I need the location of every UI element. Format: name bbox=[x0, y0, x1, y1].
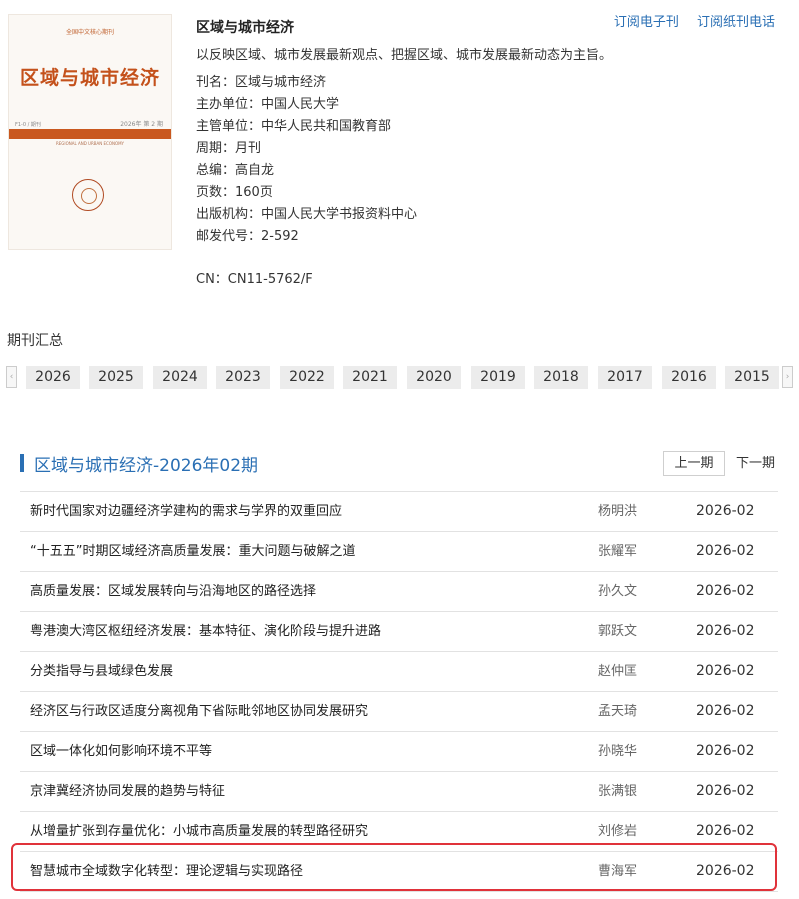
article-author: 曹海军 bbox=[598, 864, 638, 879]
article-date: 2026-02 bbox=[696, 863, 755, 879]
article-date: 2026-02 bbox=[696, 703, 755, 719]
article-row: 京津冀经济协同发展的趋势与特征 张满银 2026-02 bbox=[20, 772, 778, 812]
previous-issue-button[interactable]: 上一期 bbox=[663, 451, 725, 476]
article-date: 2026-02 bbox=[696, 743, 755, 759]
issue-title-accent-bar bbox=[20, 454, 24, 472]
cover-issue-text: 2026年 第 2 期 bbox=[120, 121, 163, 128]
subscribe-electronic-link[interactable]: 订阅电子刊 bbox=[614, 15, 679, 30]
year-archive-heading: 期刊汇总 bbox=[7, 333, 63, 349]
issue-title: 区域与城市经济-2026年02期 bbox=[34, 456, 259, 476]
year-2022-button[interactable]: 2022 bbox=[280, 366, 334, 389]
article-date: 2026-02 bbox=[696, 503, 755, 519]
cover-english-title: REGIONAL AND URBAN ECONOMY bbox=[56, 141, 124, 146]
cover-top-text: 全国中文核心期刊 bbox=[65, 29, 114, 36]
article-date: 2026-02 bbox=[696, 623, 755, 639]
article-author: 孙久文 bbox=[598, 584, 638, 599]
article-author: 张满银 bbox=[598, 784, 638, 799]
article-author: 杨明洪 bbox=[598, 504, 638, 519]
year-scroll-right-button[interactable]: › bbox=[782, 366, 793, 388]
article-title-link[interactable]: 高质量发展：区域发展转向与沿海地区的路径选择 bbox=[30, 572, 316, 611]
article-author: 郭跃文 bbox=[598, 624, 638, 639]
info-cn-number: CN：CN11-5762/F bbox=[196, 272, 313, 287]
year-2023-button[interactable]: 2023 bbox=[216, 366, 270, 389]
article-title-link[interactable]: 从增量扩张到存量优化：小城市高质量发展的转型路径研究 bbox=[30, 812, 368, 851]
year-scroll-left-button[interactable]: ‹ bbox=[6, 366, 17, 388]
year-2021-button[interactable]: 2021 bbox=[343, 366, 397, 389]
journal-title: 区域与城市经济 bbox=[196, 20, 294, 36]
cover-title: 区域与城市经济 bbox=[19, 67, 160, 89]
year-2016-button[interactable]: 2016 bbox=[662, 366, 716, 389]
article-author: 刘修岩 bbox=[598, 824, 638, 839]
article-row: 经济区与行政区适度分离视角下省际毗邻地区协同发展研究 孟天琦 2026-02 bbox=[20, 692, 778, 732]
year-2026-button[interactable]: 2026 bbox=[26, 366, 80, 389]
article-row: “十五五”时期区域经济高质量发展：重大问题与破解之道 张耀军 2026-02 bbox=[20, 532, 778, 572]
article-title-link[interactable]: 智慧城市全域数字化转型：理论逻辑与实现路径 bbox=[30, 852, 303, 891]
article-row: 区域一体化如何影响环境不平等 孙晓华 2026-02 bbox=[20, 732, 778, 772]
info-publisher: 出版机构：中国人民大学书报资料中心 bbox=[196, 207, 418, 222]
year-2020-button[interactable]: 2020 bbox=[407, 366, 461, 389]
article-title-link[interactable]: 分类指导与县域绿色发展 bbox=[30, 652, 173, 691]
article-author: 孟天琦 bbox=[598, 704, 638, 719]
article-title-link[interactable]: 京津冀经济协同发展的趋势与特征 bbox=[30, 772, 225, 811]
journal-info-list: 刊名：区域与城市经济 主办单位：中国人民大学 主管单位：中华人民共和国教育部 周… bbox=[196, 72, 417, 248]
article-date: 2026-02 bbox=[696, 823, 755, 839]
subscribe-paper-phone-link[interactable]: 订阅纸刊电话 bbox=[697, 15, 775, 30]
info-sponsor: 主办单位：中国人民大学 bbox=[196, 97, 340, 112]
article-date: 2026-02 bbox=[696, 783, 755, 799]
article-row: 分类指导与县域绿色发展 赵仲匡 2026-02 bbox=[20, 652, 778, 692]
info-supervisor: 主管单位：中华人民共和国教育部 bbox=[196, 119, 392, 134]
article-author: 赵仲匡 bbox=[598, 664, 638, 679]
year-2024-button[interactable]: 2024 bbox=[153, 366, 207, 389]
article-row: 高质量发展：区域发展转向与沿海地区的路径选择 孙久文 2026-02 bbox=[20, 572, 778, 612]
next-issue-button[interactable]: 下一期 bbox=[736, 451, 775, 476]
journal-description: 以反映区域、城市发展最新观点、把握区域、城市发展最新动态为主旨。 bbox=[196, 48, 613, 63]
cover-band-left-text: F1-0 / 期刊 bbox=[15, 122, 41, 128]
article-title-link[interactable]: 区域一体化如何影响环境不平等 bbox=[30, 732, 212, 771]
subscription-links: 订阅电子刊 订阅纸刊电话 bbox=[600, 11, 775, 30]
article-row: 粤港澳大湾区枢纽经济发展：基本特征、演化阶段与提升进路 郭跃文 2026-02 bbox=[20, 612, 778, 652]
article-title-link[interactable]: 经济区与行政区适度分离视角下省际毗邻地区协同发展研究 bbox=[30, 692, 368, 731]
article-date: 2026-02 bbox=[696, 663, 755, 679]
article-list: 新时代国家对边疆经济学建构的需求与学界的双重回应 杨明洪 2026-02 “十五… bbox=[20, 491, 778, 892]
year-2025-button[interactable]: 2025 bbox=[89, 366, 143, 389]
year-2015-button[interactable]: 2015 bbox=[725, 366, 779, 389]
article-date: 2026-02 bbox=[696, 583, 755, 599]
article-title-link[interactable]: “十五五”时期区域经济高质量发展：重大问题与破解之道 bbox=[30, 532, 355, 571]
info-postal-code: 邮发代号：2-592 bbox=[196, 229, 299, 244]
article-row: 智慧城市全域数字化转型：理论逻辑与实现路径 曹海军 2026-02 bbox=[20, 852, 778, 892]
info-pages: 页数：160页 bbox=[196, 185, 273, 200]
article-author: 张耀军 bbox=[598, 544, 638, 559]
year-2018-button[interactable]: 2018 bbox=[534, 366, 588, 389]
article-title-link[interactable]: 新时代国家对边疆经济学建构的需求与学界的双重回应 bbox=[30, 492, 342, 531]
article-author: 孙晓华 bbox=[598, 744, 638, 759]
info-editor-in-chief: 总编：高自龙 bbox=[196, 163, 275, 178]
article-title-link[interactable]: 粤港澳大湾区枢纽经济发展：基本特征、演化阶段与提升进路 bbox=[30, 612, 381, 651]
journal-cover-image: 全国中文核心期刊 区域与城市经济 F1-0 / 期刊 2026年 第 2 期 R… bbox=[8, 14, 172, 250]
year-2017-button[interactable]: 2017 bbox=[598, 366, 652, 389]
cover-orange-band bbox=[9, 129, 171, 139]
year-nav: ‹ 2026 2025 2024 2023 2022 2021 2020 201… bbox=[6, 366, 794, 390]
year-2019-button[interactable]: 2019 bbox=[471, 366, 525, 389]
cover-seal-icon bbox=[72, 179, 104, 211]
article-row: 从增量扩张到存量优化：小城市高质量发展的转型路径研究 刘修岩 2026-02 bbox=[20, 812, 778, 852]
info-frequency: 周期：月刊 bbox=[196, 141, 262, 156]
article-date: 2026-02 bbox=[696, 543, 755, 559]
info-journal-name: 刊名：区域与城市经济 bbox=[196, 75, 327, 90]
article-row: 新时代国家对边疆经济学建构的需求与学界的双重回应 杨明洪 2026-02 bbox=[20, 492, 778, 532]
